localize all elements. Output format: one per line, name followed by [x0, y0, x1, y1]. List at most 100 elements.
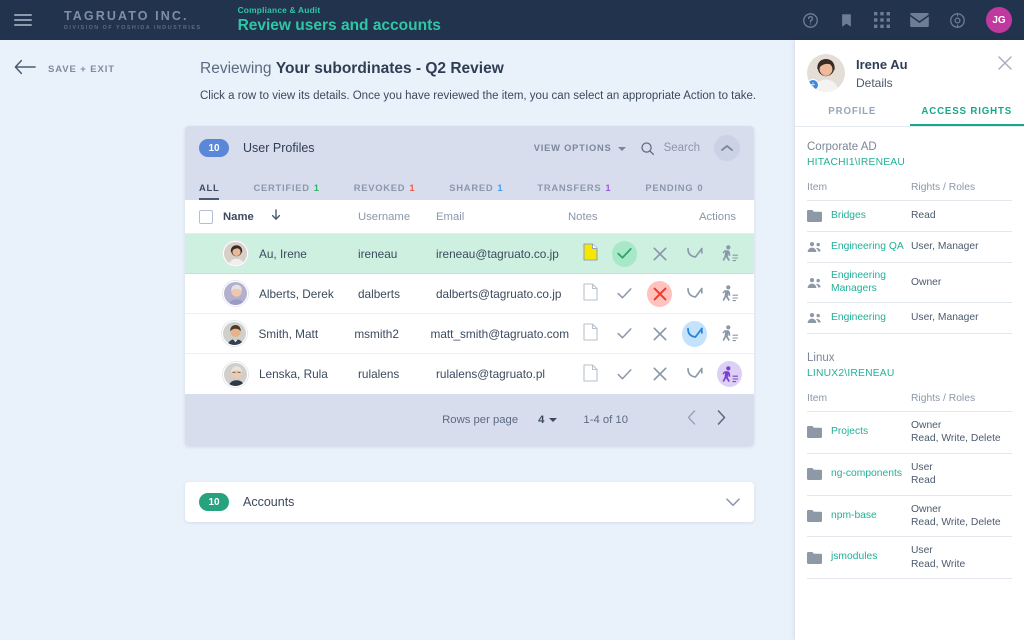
- top-bar: TAGRUATO INC. DIVISION OF YOSHIDA INDUST…: [0, 0, 1024, 40]
- access-item-label: jsmodules: [831, 551, 878, 563]
- bookmark-icon[interactable]: [839, 12, 854, 29]
- tab-access-rights[interactable]: ACCESS RIGHTS: [909, 106, 1024, 126]
- folder-icon: [807, 551, 822, 564]
- access-item-cell: npm-base: [807, 510, 911, 523]
- details-panel-identity: Irene Au Details: [856, 57, 908, 90]
- access-item-label: Projects: [831, 426, 869, 438]
- page-title: Reviewing Your subordinates - Q2 Review: [200, 60, 756, 78]
- tab-profile[interactable]: PROFILE: [795, 106, 910, 126]
- group-icon: [807, 277, 822, 289]
- chevron-down-icon[interactable]: [726, 497, 740, 507]
- access-item-cell: Engineering QA: [807, 241, 911, 254]
- certify-action-button[interactable]: [612, 240, 637, 267]
- rows-per-page-select[interactable]: 4: [538, 414, 558, 426]
- header-icon-group: JG: [802, 0, 1012, 40]
- view-options-button[interactable]: VIEW OPTIONS: [534, 143, 626, 153]
- access-row[interactable]: jsmodules User Read, Write: [807, 537, 1012, 580]
- access-row[interactable]: Bridges Read: [807, 201, 1012, 232]
- filter-tabs: ALL CERTIFIED 1 REVOKED 1 SHARED 1 TRANSFER…: [185, 170, 754, 200]
- column-header-email: Email: [436, 210, 465, 223]
- hamburger-menu-icon[interactable]: [14, 11, 32, 29]
- accounts-count-badge: 10: [199, 493, 229, 511]
- next-page-button[interactable]: [706, 410, 736, 430]
- accounts-card[interactable]: 10 Accounts: [185, 482, 754, 522]
- row-note-icon[interactable]: [569, 323, 612, 344]
- revoke-action-button[interactable]: [647, 280, 672, 307]
- chevron-down-icon: [617, 146, 626, 151]
- transfer-action-button[interactable]: [682, 361, 707, 387]
- access-row[interactable]: Engineering QA User, Manager: [807, 232, 1012, 263]
- row-username: rulalens: [358, 367, 400, 381]
- column-header-username: Username: [358, 210, 411, 223]
- row-name-cell: Alberts, Derek: [223, 281, 358, 306]
- access-rights-label: Read: [911, 210, 936, 222]
- apps-grid-icon[interactable]: [874, 12, 890, 28]
- certify-action-button[interactable]: [612, 361, 637, 387]
- share-action-button[interactable]: [717, 361, 742, 387]
- tab-all[interactable]: ALL: [199, 182, 220, 200]
- settings-gear-icon[interactable]: [949, 12, 966, 29]
- user-profiles-card-header: 10 User Profiles VIEW OPTIONS Search: [185, 126, 754, 170]
- details-panel: + Irene Au Details PROFILE ACCESS RIGHTS…: [795, 40, 1024, 640]
- row-actions: [612, 240, 754, 267]
- folder-icon: [807, 468, 822, 481]
- help-icon[interactable]: [802, 12, 819, 29]
- tab-pending[interactable]: PENDING 0: [645, 182, 703, 200]
- row-name-label: Au, Irene: [259, 246, 307, 261]
- column-header-name[interactable]: Name: [223, 209, 358, 224]
- table-row[interactable]: Au, Irene ireneau ireneau@tagruato.co.jp: [185, 234, 754, 274]
- revoke-action-button[interactable]: [647, 241, 672, 267]
- save-and-exit-button[interactable]: SAVE + EXIT: [14, 58, 115, 81]
- avatar: [223, 281, 248, 306]
- certify-action-button[interactable]: [612, 281, 637, 307]
- mail-icon[interactable]: [910, 13, 929, 27]
- revoke-action-button[interactable]: [647, 361, 672, 387]
- tab-certified[interactable]: CERTIFIED 1: [253, 182, 319, 200]
- row-username: dalberts: [358, 286, 400, 301]
- row-actions: [612, 320, 754, 347]
- access-item-cell: ng-components: [807, 468, 911, 481]
- tab-revoked[interactable]: REVOKED 1: [354, 182, 416, 200]
- access-rights-table: Item Rights / Roles Projects Owner Read,…: [807, 393, 1012, 580]
- transfer-action-button[interactable]: [682, 281, 707, 307]
- access-row[interactable]: npm-base Owner Read, Write, Delete: [807, 496, 1012, 538]
- collapse-card-button[interactable]: [714, 135, 740, 161]
- share-action-button[interactable]: [717, 321, 742, 347]
- table-row[interactable]: Lenska, Rula rulalens rulalens@tagruato.…: [185, 354, 754, 394]
- access-row[interactable]: Engineering Managers Owner: [807, 263, 1012, 304]
- chevron-up-icon: [721, 144, 733, 152]
- share-action-button[interactable]: [717, 241, 742, 267]
- context-label: Compliance & Audit: [237, 5, 321, 15]
- row-note-icon[interactable]: [568, 363, 612, 385]
- tab-transfers[interactable]: TRANSFERS 1: [537, 182, 611, 200]
- user-avatar[interactable]: JG: [986, 7, 1012, 33]
- row-name-label: Alberts, Derek: [259, 286, 334, 301]
- folder-icon: [807, 426, 822, 439]
- group-icon: [807, 241, 822, 253]
- search-input[interactable]: Search: [640, 141, 700, 156]
- view-options-label: VIEW OPTIONS: [533, 143, 612, 153]
- page-description: Click a row to view its details. Once yo…: [200, 90, 757, 102]
- row-note-icon[interactable]: [568, 243, 612, 264]
- access-rights-label: User Read, Write: [911, 545, 966, 570]
- table-row[interactable]: Smith, Matt msmith2 matt_smith@tagruato.…: [185, 314, 754, 354]
- access-group-account: HITACHI1\IRENEAU: [807, 157, 905, 168]
- access-row[interactable]: ng-components User Read: [807, 454, 1012, 496]
- page-title-strong: Your subordinates - Q2 Review: [275, 60, 504, 77]
- revoke-action-button[interactable]: [647, 321, 672, 347]
- share-action-button[interactable]: [717, 281, 742, 307]
- column-header-notes: Notes: [568, 210, 598, 223]
- certify-action-button[interactable]: [612, 321, 637, 347]
- access-row[interactable]: Projects Owner Read, Write, Delete: [807, 412, 1012, 454]
- transfer-action-button[interactable]: [682, 320, 707, 347]
- tab-shared[interactable]: SHARED 1: [449, 182, 503, 200]
- access-item-label: Engineering Managers: [831, 270, 886, 294]
- previous-page-button[interactable]: [676, 410, 706, 430]
- access-item-cell: Projects: [807, 426, 911, 439]
- table-row[interactable]: Alberts, Derek dalberts dalberts@tagruat…: [185, 274, 754, 314]
- select-all-checkbox[interactable]: [185, 209, 223, 224]
- close-icon[interactable]: [998, 56, 1012, 75]
- access-row[interactable]: Engineering User, Manager: [807, 303, 1012, 335]
- row-note-icon[interactable]: [568, 283, 612, 304]
- transfer-action-button[interactable]: [682, 241, 707, 267]
